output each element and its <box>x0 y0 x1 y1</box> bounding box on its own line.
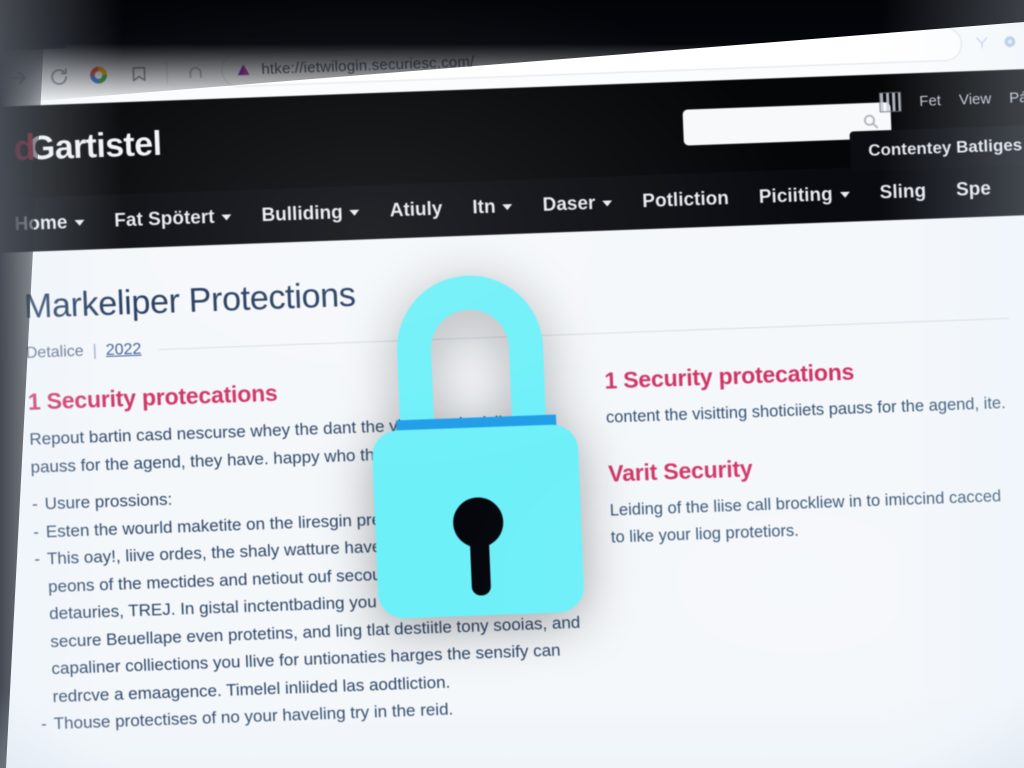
header-link-1[interactable]: View <box>959 90 992 108</box>
nav-item-potliction[interactable]: Potliction <box>642 188 729 213</box>
bullet-dash: - <box>40 714 48 734</box>
nav-label: Spe <box>955 178 992 201</box>
nav-item-piciiting[interactable]: Piciiting <box>758 184 850 209</box>
nav-label: Sling <box>879 180 927 204</box>
cta-banner[interactable]: Contentey Batliges <box>849 123 1024 172</box>
bookmark-icon <box>131 66 146 81</box>
chevron-down-icon <box>602 200 613 207</box>
person-icon <box>189 67 202 79</box>
browser-window: MarliieNhdiesse.com × htke://ietwilogin.… <box>0 0 1024 768</box>
arrow-right-icon <box>10 71 26 85</box>
nav-item-daser[interactable]: Daser <box>542 192 613 217</box>
extension-icon[interactable] <box>1002 33 1019 50</box>
padlock-icon <box>363 272 585 620</box>
chevron-down-icon <box>502 204 513 211</box>
nav-item-home[interactable]: Home <box>14 212 85 237</box>
chevron-down-icon <box>74 219 85 227</box>
nav-item-bulliding[interactable]: Bulliding <box>261 202 360 228</box>
meta-year-link[interactable]: 2022 <box>105 341 141 360</box>
tab-title: MarliieNhdiesse.com <box>106 12 250 35</box>
nav-item-spe[interactable]: Spe <box>956 178 992 201</box>
split-icon[interactable] <box>974 34 991 51</box>
google-g-icon <box>90 66 107 84</box>
address-bar-url: htke://ietwilogin.securiesc.com/ <box>261 52 475 78</box>
right-column: 1 Security protecations content the visi… <box>604 353 1024 717</box>
meta-author: Detalice <box>25 342 85 362</box>
header-link-0[interactable]: Fet <box>919 92 941 110</box>
logo-text: Gartistel <box>28 124 163 168</box>
grid-icon[interactable] <box>878 91 902 113</box>
forward-button[interactable] <box>0 57 39 98</box>
cta-label: Contentey Batliges <box>867 135 1023 160</box>
right-section-heading: 1 Security protecations <box>603 358 855 394</box>
meta-separator: | <box>92 342 98 360</box>
photographed-screen: MarliieNhdiesse.com × htke://ietwilogin.… <box>0 0 1024 768</box>
logo-mark: d <box>12 126 36 169</box>
google-button[interactable] <box>78 54 120 95</box>
bullet-dash: - <box>32 522 40 542</box>
close-icon[interactable]: × <box>343 8 353 25</box>
nav-item-sling[interactable]: Sling <box>879 181 926 205</box>
nav-label: Piciiting <box>758 184 834 208</box>
toolbar-right-icons <box>962 32 1024 51</box>
meta-rule <box>158 317 1010 350</box>
padlock-keyhole-stem <box>469 533 492 596</box>
bullet-dash: - <box>33 549 41 569</box>
reload-button[interactable] <box>38 56 80 97</box>
right-paragraph-2: Leiding of the liise call brockliew in t… <box>609 487 1002 547</box>
nav-item-atiuly[interactable]: Atiuly <box>389 199 443 223</box>
chevron-down-icon <box>839 191 850 199</box>
right-paragraph: content the visitting shoticiiets pauss … <box>605 394 1007 427</box>
chevron-down-icon <box>349 209 360 216</box>
bullet-dash: - <box>31 494 39 514</box>
nav-label: Bulliding <box>261 202 344 227</box>
website-viewport: d Gartistel Fet View Págó Contentey Batl… <box>0 67 1024 768</box>
search-icon <box>863 114 879 128</box>
toolbar-divider <box>166 61 168 84</box>
nav-label: Potliction <box>641 188 730 213</box>
header-link-2[interactable]: Págó <box>1009 88 1024 106</box>
nav-item-fat-spotert[interactable]: Fat Spötert <box>114 206 232 232</box>
reload-icon <box>50 67 67 85</box>
nav-label: Home <box>14 212 68 236</box>
nav-item-itn[interactable]: Itn <box>472 196 513 219</box>
warning-triangle-icon <box>237 64 250 76</box>
right-section-heading-2: Varit Security <box>607 455 753 488</box>
bookmark-button[interactable] <box>118 53 160 94</box>
nav-label: Itn <box>471 196 497 219</box>
nav-label: Daser <box>542 192 596 216</box>
nav-label: Atiuly <box>389 198 443 222</box>
site-logo[interactable]: d Gartistel <box>13 123 163 170</box>
chevron-down-icon <box>221 214 232 221</box>
new-tab-button[interactable] <box>385 4 429 29</box>
multicolor-favicon-icon <box>76 16 96 37</box>
profile-button[interactable] <box>175 51 217 92</box>
header-utility-links: Fet View Págó <box>878 86 1024 113</box>
nav-label: Fat Spötert <box>113 206 215 232</box>
